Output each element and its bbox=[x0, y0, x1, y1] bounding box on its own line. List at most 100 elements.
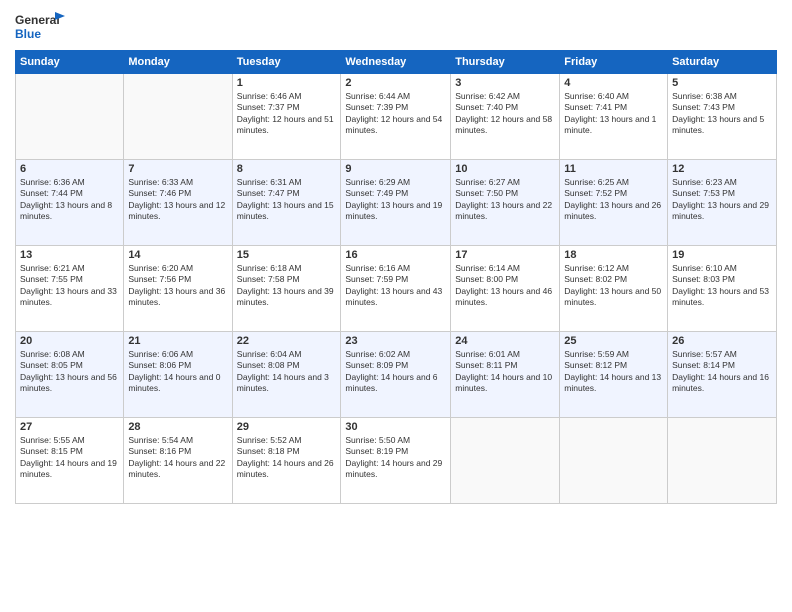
day-info: Sunrise: 6:02 AM Sunset: 8:09 PM Dayligh… bbox=[345, 349, 446, 395]
calendar-cell: 6 Sunrise: 6:36 AM Sunset: 7:44 PM Daylig… bbox=[16, 160, 124, 246]
calendar-cell: 16 Sunrise: 6:16 AM Sunset: 7:59 PM Dayli… bbox=[341, 246, 451, 332]
calendar-cell bbox=[124, 74, 232, 160]
day-number: 15 bbox=[237, 249, 337, 261]
day-info: Sunrise: 5:50 AM Sunset: 8:19 PM Dayligh… bbox=[345, 435, 446, 481]
day-info: Sunrise: 6:14 AM Sunset: 8:00 PM Dayligh… bbox=[455, 263, 555, 309]
day-info: Sunrise: 6:16 AM Sunset: 7:59 PM Dayligh… bbox=[345, 263, 446, 309]
day-number: 17 bbox=[455, 249, 555, 261]
day-info: Sunrise: 6:01 AM Sunset: 8:11 PM Dayligh… bbox=[455, 349, 555, 395]
calendar-cell: 15 Sunrise: 6:18 AM Sunset: 7:58 PM Dayli… bbox=[232, 246, 341, 332]
day-info: Sunrise: 5:54 AM Sunset: 8:16 PM Dayligh… bbox=[128, 435, 227, 481]
day-number: 9 bbox=[345, 163, 446, 175]
calendar-cell: 27Sunrise: 5:55 AM Sunset: 8:15 PM Dayli… bbox=[16, 418, 124, 504]
day-info: Sunrise: 6:06 AM Sunset: 8:06 PM Dayligh… bbox=[128, 349, 227, 395]
calendar-cell bbox=[560, 418, 668, 504]
calendar-week-row: 13 Sunrise: 6:21 AM Sunset: 7:55 PM Dayli… bbox=[16, 246, 777, 332]
day-number: 23 bbox=[345, 335, 446, 347]
day-info: Sunrise: 6:33 AM Sunset: 7:46 PM Dayligh… bbox=[128, 177, 227, 223]
calendar-cell: 23 Sunrise: 6:02 AM Sunset: 8:09 PM Dayli… bbox=[341, 332, 451, 418]
logo: GeneralBlue bbox=[15, 10, 70, 42]
day-number: 20 bbox=[20, 335, 119, 347]
day-info: Sunrise: 5:57 AM Sunset: 8:14 PM Dayligh… bbox=[672, 349, 772, 395]
day-info: Sunrise: 6:42 AM Sunset: 7:40 PM Dayligh… bbox=[455, 91, 555, 137]
day-number: 13 bbox=[20, 249, 119, 261]
day-number: 2 bbox=[345, 77, 446, 89]
day-number: 25 bbox=[564, 335, 663, 347]
day-info: Sunrise: 6:29 AM Sunset: 7:49 PM Dayligh… bbox=[345, 177, 446, 223]
day-number: 4 bbox=[564, 77, 663, 89]
weekday-header-row: SundayMondayTuesdayWednesdayThursdayFrid… bbox=[16, 51, 777, 74]
day-number: 16 bbox=[345, 249, 446, 261]
day-info: Sunrise: 6:20 AM Sunset: 7:56 PM Dayligh… bbox=[128, 263, 227, 309]
day-number: 14 bbox=[128, 249, 227, 261]
day-info: Sunrise: 6:46 AM Sunset: 7:37 PM Dayligh… bbox=[237, 91, 337, 137]
day-number: 11 bbox=[564, 163, 663, 175]
calendar-cell: 7 Sunrise: 6:33 AM Sunset: 7:46 PM Daylig… bbox=[124, 160, 232, 246]
day-number: 7 bbox=[128, 163, 227, 175]
day-info: Sunrise: 6:25 AM Sunset: 7:52 PM Dayligh… bbox=[564, 177, 663, 223]
page: GeneralBlue SundayMondayTuesdayWednesday… bbox=[0, 0, 792, 612]
day-info: Sunrise: 6:40 AM Sunset: 7:41 PM Dayligh… bbox=[564, 91, 663, 137]
calendar-cell: 26 Sunrise: 5:57 AM Sunset: 8:14 PM Dayli… bbox=[668, 332, 777, 418]
calendar-cell: 1 Sunrise: 6:46 AM Sunset: 7:37 PM Daylig… bbox=[232, 74, 341, 160]
day-info: Sunrise: 6:23 AM Sunset: 7:53 PM Dayligh… bbox=[672, 177, 772, 223]
day-info: Sunrise: 6:27 AM Sunset: 7:50 PM Dayligh… bbox=[455, 177, 555, 223]
calendar-cell: 20 Sunrise: 6:08 AM Sunset: 8:05 PM Dayli… bbox=[16, 332, 124, 418]
calendar-cell: 8 Sunrise: 6:31 AM Sunset: 7:47 PM Daylig… bbox=[232, 160, 341, 246]
weekday-header-thursday: Thursday bbox=[451, 51, 560, 74]
day-number: 1 bbox=[237, 77, 337, 89]
weekday-header-saturday: Saturday bbox=[668, 51, 777, 74]
day-info: Sunrise: 6:04 AM Sunset: 8:08 PM Dayligh… bbox=[237, 349, 337, 395]
calendar-cell bbox=[451, 418, 560, 504]
calendar-cell: 19 Sunrise: 6:10 AM Sunset: 8:03 PM Dayli… bbox=[668, 246, 777, 332]
calendar-cell: 30 Sunrise: 5:50 AM Sunset: 8:19 PM Dayli… bbox=[341, 418, 451, 504]
day-info: Sunrise: 6:36 AM Sunset: 7:44 PM Dayligh… bbox=[20, 177, 119, 223]
calendar-cell: 25 Sunrise: 5:59 AM Sunset: 8:12 PM Dayli… bbox=[560, 332, 668, 418]
day-number: 21 bbox=[128, 335, 227, 347]
calendar-cell: 18Sunrise: 6:12 AM Sunset: 8:02 PM Dayli… bbox=[560, 246, 668, 332]
day-info: Sunrise: 5:52 AM Sunset: 8:18 PM Dayligh… bbox=[237, 435, 337, 481]
day-info: Sunrise: 6:10 AM Sunset: 8:03 PM Dayligh… bbox=[672, 263, 772, 309]
weekday-header-monday: Monday bbox=[124, 51, 232, 74]
day-info: Sunrise: 5:59 AM Sunset: 8:12 PM Dayligh… bbox=[564, 349, 663, 395]
calendar-cell bbox=[668, 418, 777, 504]
day-number: 30 bbox=[345, 421, 446, 433]
calendar-cell: 2 Sunrise: 6:44 AM Sunset: 7:39 PM Daylig… bbox=[341, 74, 451, 160]
weekday-header-wednesday: Wednesday bbox=[341, 51, 451, 74]
day-number: 10 bbox=[455, 163, 555, 175]
calendar-week-row: 27Sunrise: 5:55 AM Sunset: 8:15 PM Dayli… bbox=[16, 418, 777, 504]
day-info: Sunrise: 6:21 AM Sunset: 7:55 PM Dayligh… bbox=[20, 263, 119, 309]
calendar-cell: 12 Sunrise: 6:23 AM Sunset: 7:53 PM Dayli… bbox=[668, 160, 777, 246]
calendar-week-row: 20 Sunrise: 6:08 AM Sunset: 8:05 PM Dayli… bbox=[16, 332, 777, 418]
calendar-cell: 10 Sunrise: 6:27 AM Sunset: 7:50 PM Dayli… bbox=[451, 160, 560, 246]
svg-text:General: General bbox=[15, 13, 60, 27]
day-number: 6 bbox=[20, 163, 119, 175]
day-number: 12 bbox=[672, 163, 772, 175]
day-number: 26 bbox=[672, 335, 772, 347]
day-info: Sunrise: 6:44 AM Sunset: 7:39 PM Dayligh… bbox=[345, 91, 446, 137]
calendar-cell: 29Sunrise: 5:52 AM Sunset: 8:18 PM Dayli… bbox=[232, 418, 341, 504]
day-number: 24 bbox=[455, 335, 555, 347]
day-info: Sunrise: 6:31 AM Sunset: 7:47 PM Dayligh… bbox=[237, 177, 337, 223]
calendar-cell bbox=[16, 74, 124, 160]
day-info: Sunrise: 6:08 AM Sunset: 8:05 PM Dayligh… bbox=[20, 349, 119, 395]
calendar-cell: 9 Sunrise: 6:29 AM Sunset: 7:49 PM Daylig… bbox=[341, 160, 451, 246]
day-number: 19 bbox=[672, 249, 772, 261]
day-number: 8 bbox=[237, 163, 337, 175]
day-number: 3 bbox=[455, 77, 555, 89]
calendar-cell: 14 Sunrise: 6:20 AM Sunset: 7:56 PM Dayli… bbox=[124, 246, 232, 332]
calendar-week-row: 6 Sunrise: 6:36 AM Sunset: 7:44 PM Daylig… bbox=[16, 160, 777, 246]
calendar-table: SundayMondayTuesdayWednesdayThursdayFrid… bbox=[15, 50, 777, 504]
day-info: Sunrise: 5:55 AM Sunset: 8:15 PM Dayligh… bbox=[20, 435, 119, 481]
day-number: 18 bbox=[564, 249, 663, 261]
calendar-cell: 22 Sunrise: 6:04 AM Sunset: 8:08 PM Dayli… bbox=[232, 332, 341, 418]
day-number: 22 bbox=[237, 335, 337, 347]
svg-text:Blue: Blue bbox=[15, 27, 41, 41]
day-info: Sunrise: 6:18 AM Sunset: 7:58 PM Dayligh… bbox=[237, 263, 337, 309]
logo-svg: GeneralBlue bbox=[15, 10, 70, 42]
calendar-cell: 5Sunrise: 6:38 AM Sunset: 7:43 PM Daylig… bbox=[668, 74, 777, 160]
day-number: 5 bbox=[672, 77, 772, 89]
calendar-cell: 3 Sunrise: 6:42 AM Sunset: 7:40 PM Daylig… bbox=[451, 74, 560, 160]
calendar-cell: 28Sunrise: 5:54 AM Sunset: 8:16 PM Dayli… bbox=[124, 418, 232, 504]
calendar-cell: 21 Sunrise: 6:06 AM Sunset: 8:06 PM Dayli… bbox=[124, 332, 232, 418]
